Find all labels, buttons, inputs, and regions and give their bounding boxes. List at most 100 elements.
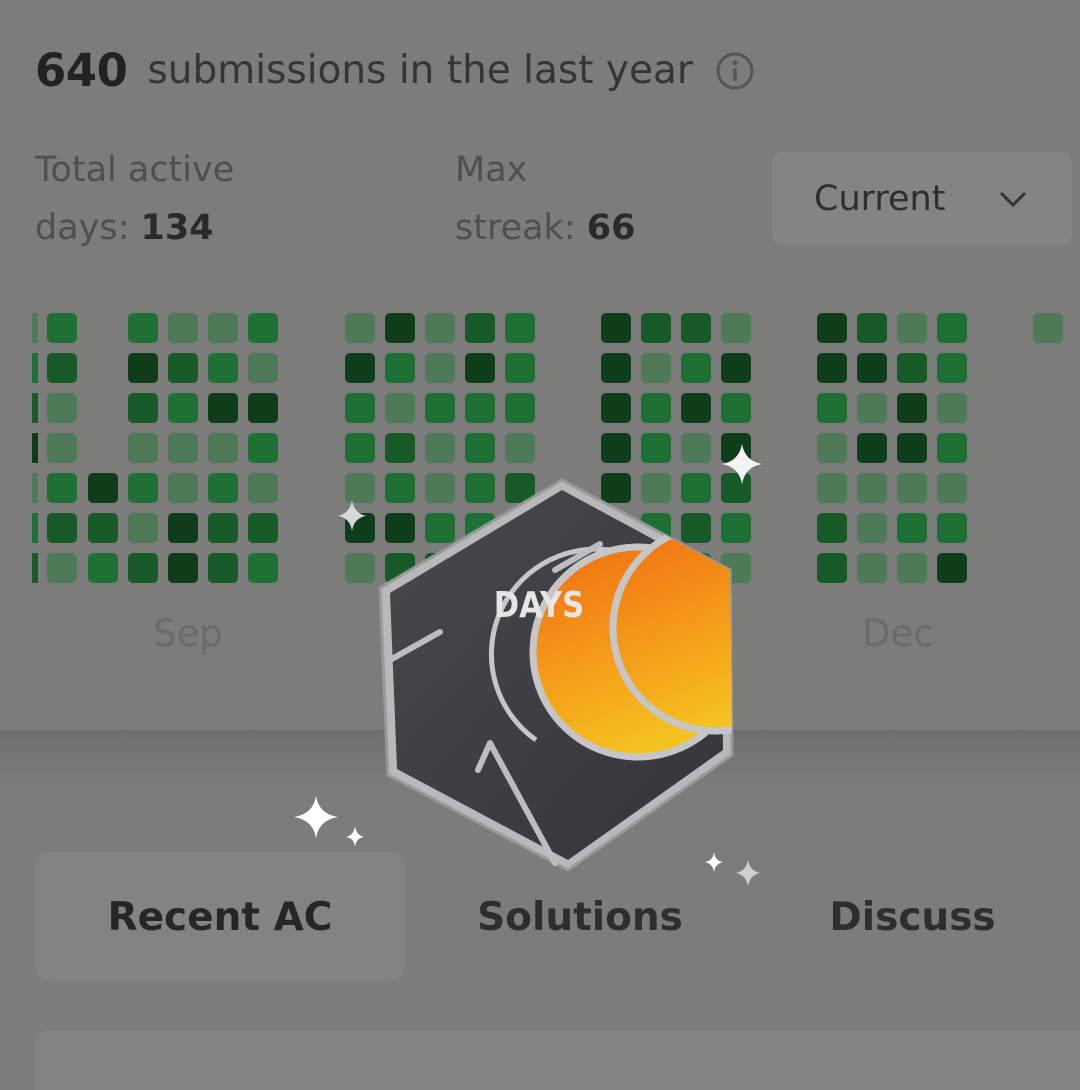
heatmap-cell[interactable] [248,353,278,383]
heatmap-cell[interactable] [1033,313,1063,343]
tab-discuss[interactable]: Discuss [780,852,1045,982]
heatmap-cell[interactable] [857,353,887,383]
heatmap-cell[interactable] [897,513,927,543]
heatmap-cell[interactable] [88,473,118,503]
heatmap-cell[interactable] [721,353,751,383]
heatmap-cell[interactable] [465,313,495,343]
heatmap-cell[interactable] [897,433,927,463]
heatmap-cell[interactable] [385,353,415,383]
heatmap-cell[interactable] [168,313,198,343]
heatmap-cell[interactable] [425,353,455,383]
heatmap-cell[interactable] [345,393,375,423]
heatmap-cell[interactable] [857,393,887,423]
heatmap-cell[interactable] [88,553,118,583]
heatmap-cell[interactable] [937,393,967,423]
heatmap-cell[interactable] [47,513,77,543]
heatmap-cell[interactable] [168,553,198,583]
heatmap-cell [32,553,38,583]
heatmap-cell[interactable] [937,553,967,583]
heatmap-cell[interactable] [857,313,887,343]
badge-label: DAYS [494,584,584,626]
heatmap-cell[interactable] [641,393,671,423]
heatmap-cell[interactable] [937,313,967,343]
heatmap-cell[interactable] [47,473,77,503]
heatmap-cell[interactable] [128,553,158,583]
heatmap-cell[interactable] [817,513,847,543]
heatmap-cell[interactable] [937,433,967,463]
heatmap-cell[interactable] [641,313,671,343]
heatmap-cell[interactable] [128,313,158,343]
heatmap-cell[interactable] [168,353,198,383]
heatmap-cell[interactable] [248,433,278,463]
heatmap-cell[interactable] [168,433,198,463]
heatmap-cell[interactable] [817,313,847,343]
heatmap-cell[interactable] [208,313,238,343]
heatmap-cell [32,513,38,543]
heatmap-cell[interactable] [248,513,278,543]
heatmap-cell[interactable] [208,553,238,583]
heatmap-cell[interactable] [47,553,77,583]
heatmap-cell[interactable] [128,473,158,503]
heatmap-cell[interactable] [208,433,238,463]
heatmap-cell[interactable] [168,513,198,543]
heatmap-cell[interactable] [817,433,847,463]
heatmap-cell[interactable] [47,433,77,463]
heatmap-cell[interactable] [817,473,847,503]
heatmap-cell[interactable] [345,353,375,383]
heatmap-cell[interactable] [857,433,887,463]
heatmap-cell[interactable] [47,313,77,343]
heatmap-cell[interactable] [385,313,415,343]
heatmap-cell[interactable] [817,553,847,583]
heatmap-cell[interactable] [817,393,847,423]
heatmap-cell[interactable] [208,473,238,503]
heatmap-cell[interactable] [505,313,535,343]
heatmap-cell[interactable] [937,513,967,543]
heatmap-cell[interactable] [857,513,887,543]
heatmap-cell[interactable] [897,353,927,383]
days-badge: DAYS [378,478,734,872]
heatmap-cell[interactable] [128,393,158,423]
heatmap-cell[interactable] [641,353,671,383]
heatmap-cell[interactable] [248,473,278,503]
heatmap-cell[interactable] [128,513,158,543]
heatmap-cell[interactable] [208,513,238,543]
heatmap-cell[interactable] [208,353,238,383]
heatmap-cell[interactable] [857,473,887,503]
heatmap-cell [32,433,38,463]
heatmap-cell[interactable] [817,353,847,383]
heatmap-cell[interactable] [897,473,927,503]
heatmap-cell[interactable] [465,353,495,383]
heatmap-cell[interactable] [601,353,631,383]
heatmap-cell[interactable] [897,553,927,583]
heatmap-cell[interactable] [128,353,158,383]
heatmap-cell[interactable] [721,393,751,423]
heatmap-cell[interactable] [601,393,631,423]
heatmap-cell[interactable] [168,473,198,503]
heatmap-cell[interactable] [128,433,158,463]
heatmap-cell[interactable] [857,553,887,583]
heatmap-cell[interactable] [897,393,927,423]
heatmap-cell[interactable] [505,353,535,383]
heatmap-cell[interactable] [425,313,455,343]
heatmap-cell[interactable] [208,393,238,423]
heatmap-cell[interactable] [681,353,711,383]
heatmap-cell[interactable] [345,313,375,343]
heatmap-cell[interactable] [681,393,711,423]
heatmap-cell[interactable] [601,313,631,343]
heatmap-cell[interactable] [937,353,967,383]
heatmap-cell[interactable] [88,513,118,543]
heatmap-cell[interactable] [721,313,751,343]
heatmap-cell[interactable] [248,313,278,343]
heatmap-cell[interactable] [937,473,967,503]
heatmap-cell[interactable] [248,553,278,583]
heatmap-cell[interactable] [385,393,415,423]
heatmap-cell[interactable] [248,393,278,423]
heatmap-cell[interactable] [47,393,77,423]
heatmap-cell[interactable] [681,313,711,343]
heatmap-cell[interactable] [425,393,455,423]
heatmap-cell[interactable] [505,393,535,423]
heatmap-cell[interactable] [465,393,495,423]
heatmap-cell[interactable] [168,393,198,423]
heatmap-cell[interactable] [47,353,77,383]
heatmap-cell[interactable] [897,313,927,343]
